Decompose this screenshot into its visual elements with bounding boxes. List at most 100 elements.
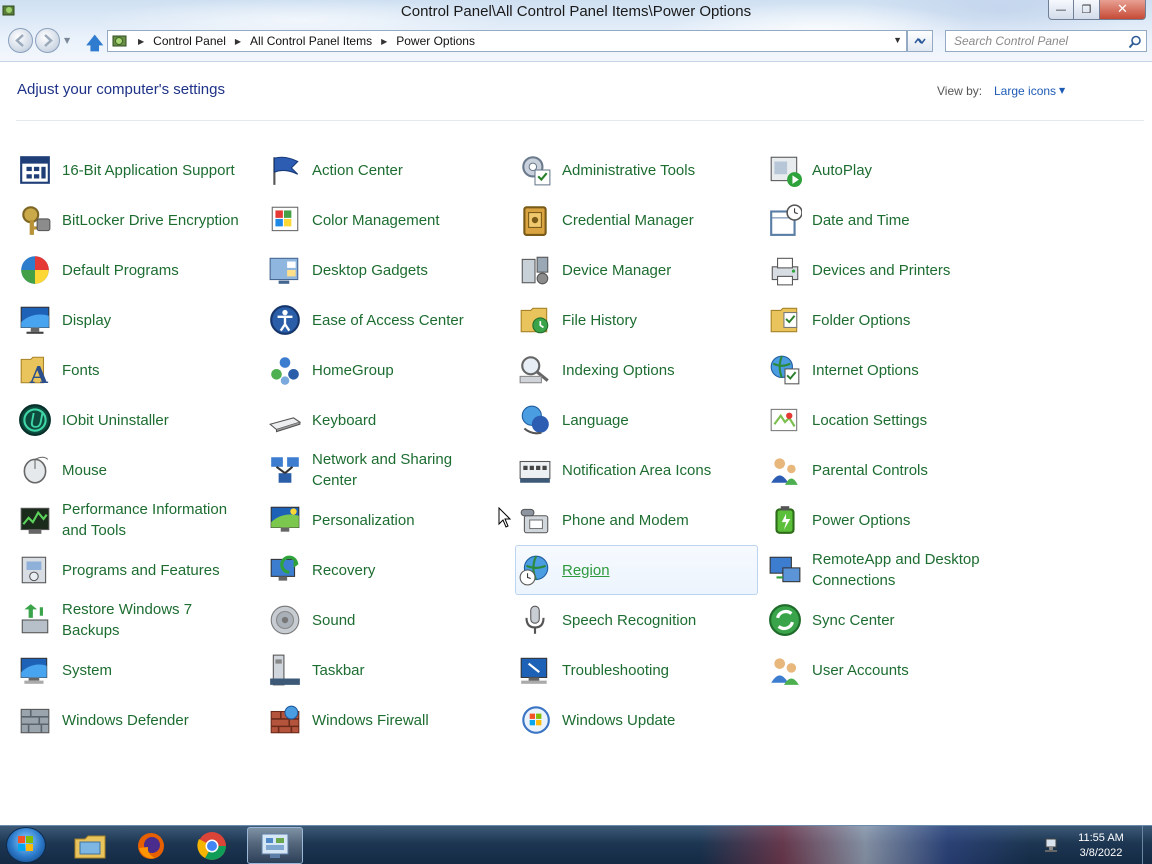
control-panel-item-label[interactable]: Credential Manager: [562, 210, 747, 231]
network-tray-icon[interactable]: [1043, 837, 1059, 853]
show-desktop-button[interactable]: [1142, 826, 1152, 864]
breadcrumb-all-items[interactable]: All Control Panel Items: [250, 34, 372, 48]
refresh-button[interactable]: [907, 30, 933, 52]
control-panel-item-label[interactable]: Notification Area Icons: [562, 460, 747, 481]
search-icon[interactable]: [1128, 35, 1142, 49]
control-panel-item[interactable]: System: [15, 645, 265, 695]
control-panel-item-label[interactable]: HomeGroup: [312, 360, 497, 381]
control-panel-item[interactable]: Performance Information and Tools: [15, 495, 265, 545]
control-panel-item[interactable]: AutoPlay: [765, 145, 1015, 195]
start-button[interactable]: [6, 827, 46, 863]
control-panel-item-label[interactable]: Device Manager: [562, 260, 747, 281]
control-panel-item[interactable]: Language: [515, 395, 765, 445]
control-panel-item-label[interactable]: Sound: [312, 610, 497, 631]
control-panel-item[interactable]: Date and Time: [765, 195, 1015, 245]
breadcrumb-separator[interactable]: ▶: [235, 37, 241, 46]
control-panel-item-label[interactable]: BitLocker Drive Encryption: [62, 210, 247, 231]
control-panel-item-label[interactable]: Display: [62, 310, 247, 331]
address-bar[interactable]: ▶ Control Panel ▶ All Control Panel Item…: [107, 30, 907, 52]
control-panel-item-label[interactable]: Keyboard: [312, 410, 497, 431]
up-level-icon[interactable]: 🡅: [86, 31, 103, 60]
breadcrumb-separator[interactable]: ▶: [138, 37, 144, 46]
control-panel-item[interactable]: Taskbar: [265, 645, 515, 695]
control-panel-item[interactable]: Programs and Features: [15, 545, 265, 595]
control-panel-item[interactable]: HomeGroup: [265, 345, 515, 395]
control-panel-item-label[interactable]: Internet Options: [812, 360, 997, 381]
control-panel-item[interactable]: Administrative Tools: [515, 145, 765, 195]
control-panel-item-label[interactable]: Language: [562, 410, 747, 431]
control-panel-item[interactable]: Parental Controls: [765, 445, 1015, 495]
control-panel-item[interactable]: Windows Update: [515, 695, 765, 745]
control-panel-item[interactable]: Color Management: [265, 195, 515, 245]
address-dropdown-icon[interactable]: ▼: [893, 35, 902, 45]
control-panel-item-label[interactable]: Speech Recognition: [562, 610, 747, 631]
taskbar-explorer[interactable]: [62, 827, 118, 864]
control-panel-item-label[interactable]: Windows Defender: [62, 710, 247, 731]
control-panel-item[interactable]: Location Settings: [765, 395, 1015, 445]
control-panel-item[interactable]: Sync Center: [765, 595, 1015, 645]
forward-button[interactable]: [35, 28, 60, 53]
chevron-down-icon[interactable]: ▼: [1059, 86, 1065, 95]
taskbar-chrome[interactable]: [184, 827, 240, 864]
control-panel-item[interactable]: Phone and Modem: [515, 495, 765, 545]
search-input[interactable]: Search Control Panel: [945, 30, 1147, 52]
control-panel-item[interactable]: Network and Sharing Center: [265, 445, 515, 495]
control-panel-item-label[interactable]: User Accounts: [812, 660, 997, 681]
control-panel-item[interactable]: Action Center: [265, 145, 515, 195]
control-panel-item[interactable]: 16-Bit Application Support: [15, 145, 265, 195]
control-panel-item-label[interactable]: Programs and Features: [62, 560, 247, 581]
taskbar-control-panel[interactable]: [247, 827, 303, 864]
control-panel-item-label[interactable]: Location Settings: [812, 410, 997, 431]
back-button[interactable]: [8, 28, 33, 53]
control-panel-item-label[interactable]: Personalization: [312, 510, 497, 531]
control-panel-item-label[interactable]: Mouse: [62, 460, 247, 481]
control-panel-item-label[interactable]: IObit Uninstaller: [62, 410, 247, 431]
control-panel-item[interactable]: Indexing Options: [515, 345, 765, 395]
control-panel-item-label[interactable]: Sync Center: [812, 610, 997, 631]
control-panel-item[interactable]: A Fonts: [15, 345, 265, 395]
control-panel-item-label[interactable]: Color Management: [312, 210, 497, 231]
control-panel-item-label[interactable]: Administrative Tools: [562, 160, 747, 181]
control-panel-item[interactable]: BitLocker Drive Encryption: [15, 195, 265, 245]
view-by-dropdown[interactable]: Large icons: [994, 84, 1056, 98]
maximize-button[interactable]: ❐: [1074, 0, 1100, 20]
control-panel-item-label[interactable]: Desktop Gadgets: [312, 260, 497, 281]
control-panel-item[interactable]: Speech Recognition: [515, 595, 765, 645]
control-panel-item[interactable]: Troubleshooting: [515, 645, 765, 695]
control-panel-item[interactable]: Folder Options: [765, 295, 1015, 345]
control-panel-item-label[interactable]: Restore Windows 7 Backups: [62, 599, 247, 641]
recent-pages-dropdown[interactable]: ▼: [64, 36, 70, 45]
control-panel-item-label[interactable]: Network and Sharing Center: [312, 449, 497, 491]
control-panel-item[interactable]: Default Programs: [15, 245, 265, 295]
control-panel-item-label[interactable]: Region: [562, 560, 747, 581]
control-panel-item-label[interactable]: Phone and Modem: [562, 510, 747, 531]
control-panel-item[interactable]: Region: [515, 545, 758, 595]
control-panel-item[interactable]: Desktop Gadgets: [265, 245, 515, 295]
control-panel-item-label[interactable]: Fonts: [62, 360, 247, 381]
control-panel-item-label[interactable]: Devices and Printers: [812, 260, 997, 281]
breadcrumb-control-panel[interactable]: Control Panel: [153, 34, 226, 48]
breadcrumb-separator[interactable]: ▶: [381, 37, 387, 46]
control-panel-item-label[interactable]: Windows Update: [562, 710, 747, 731]
control-panel-item[interactable]: Internet Options: [765, 345, 1015, 395]
control-panel-item[interactable]: U IObit Uninstaller: [15, 395, 265, 445]
control-panel-item[interactable]: Sound: [265, 595, 515, 645]
minimize-button[interactable]: —: [1048, 0, 1074, 20]
control-panel-item[interactable]: Restore Windows 7 Backups: [15, 595, 265, 645]
control-panel-item-label[interactable]: Taskbar: [312, 660, 497, 681]
control-panel-item-label[interactable]: RemoteApp and Desktop Connections: [812, 549, 997, 591]
control-panel-item[interactable]: Windows Firewall: [265, 695, 515, 745]
control-panel-item-label[interactable]: Date and Time: [812, 210, 997, 231]
system-clock[interactable]: 11:55 AM 3/8/2022: [1068, 831, 1134, 861]
control-panel-item-label[interactable]: Recovery: [312, 560, 497, 581]
control-panel-item[interactable]: Notification Area Icons: [515, 445, 765, 495]
control-panel-item[interactable]: RemoteApp and Desktop Connections: [765, 545, 1015, 595]
control-panel-item-label[interactable]: Action Center: [312, 160, 497, 181]
control-panel-item-label[interactable]: Default Programs: [62, 260, 247, 281]
control-panel-item[interactable]: Power Options: [765, 495, 1015, 545]
control-panel-item-label[interactable]: Indexing Options: [562, 360, 747, 381]
control-panel-item-label[interactable]: 16-Bit Application Support: [62, 160, 247, 181]
breadcrumb-power-options[interactable]: Power Options: [396, 34, 475, 48]
close-button[interactable]: ✕: [1100, 0, 1146, 20]
control-panel-item-label[interactable]: Performance Information and Tools: [62, 499, 247, 541]
